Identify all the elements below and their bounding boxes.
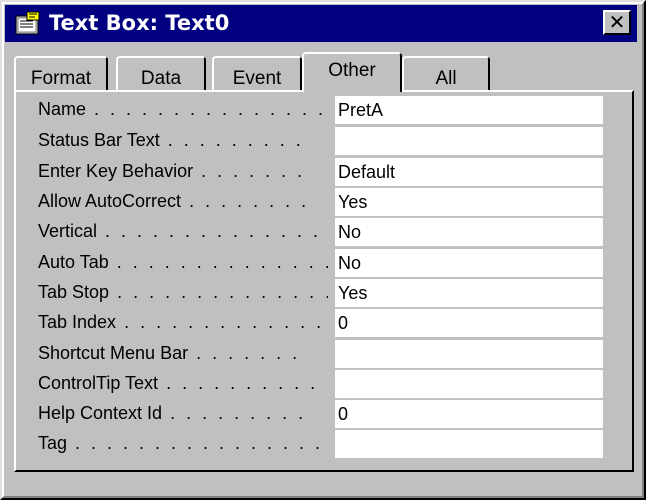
property-label-vertical: Vertical . . . . . . . . . . . . . . . [38,221,328,241]
properties-sheet-icon [15,11,41,36]
window-title: Text Box: Text0 [49,11,230,35]
property-label-tab-index: Tab Index . . . . . . . . . . . . . [38,312,325,332]
tab-label: Data [140,68,182,89]
property-value-tag[interactable] [335,430,603,458]
property-value-allow-autocorrect[interactable]: Yes [335,188,603,216]
property-label-tag: Tag . . . . . . . . . . . . . . . . . . … [38,433,328,453]
property-label-enter-key-behavior: Enter Key Behavior . . . . . . . [38,161,306,181]
tab-label: Other [328,60,376,81]
tab-label: Event [232,68,282,89]
window-bottom-area [5,472,641,494]
property-label-tab-stop: Tab Stop . . . . . . . . . . . . . . [38,282,328,302]
property-value-controltip-text[interactable] [335,370,603,398]
property-label-controltip-text: ControlTip Text . . . . . . . . . . [38,373,319,393]
property-label-auto-tab: Auto Tab . . . . . . . . . . . . . . [38,252,328,272]
property-value-vertical[interactable]: No [335,218,603,246]
properties-window: Text Box: Text0 ✕ Format Data Event Othe… [0,0,646,500]
tab-label: All [435,68,457,89]
property-value-status-bar-text[interactable] [335,127,603,155]
tab-data[interactable]: Data [116,56,206,90]
tab-all[interactable]: All [402,56,490,90]
property-label-status-bar-text: Status Bar Text . . . . . . . . . [38,130,304,150]
tab-event[interactable]: Event [212,56,302,90]
property-value-auto-tab[interactable]: No [335,249,603,277]
property-value-tab-index[interactable]: 0 [335,309,603,337]
property-label-help-context-id: Help Context Id . . . . . . . . . [38,403,307,423]
property-value-enter-key-behavior[interactable]: Default [335,158,603,186]
property-value-help-context-id[interactable]: 0 [335,400,603,428]
title-bar[interactable]: Text Box: Text0 ✕ [5,5,637,42]
property-label-name: Name . . . . . . . . . . . . . . . . . [38,99,328,119]
property-label-allow-autocorrect: Allow AutoCorrect . . . . . . . . [38,191,310,211]
close-icon: ✕ [608,10,626,34]
close-button[interactable]: ✕ [603,10,631,35]
property-label-shortcut-menu-bar: Shortcut Menu Bar . . . . . . . [38,343,301,363]
property-value-name[interactable]: PretA [335,96,603,124]
tab-other[interactable]: Other [302,52,402,92]
property-value-tab-stop[interactable]: Yes [335,279,603,307]
property-value-shortcut-menu-bar[interactable] [335,340,603,368]
tab-format[interactable]: Format [14,56,108,90]
tab-label: Format [30,68,92,89]
